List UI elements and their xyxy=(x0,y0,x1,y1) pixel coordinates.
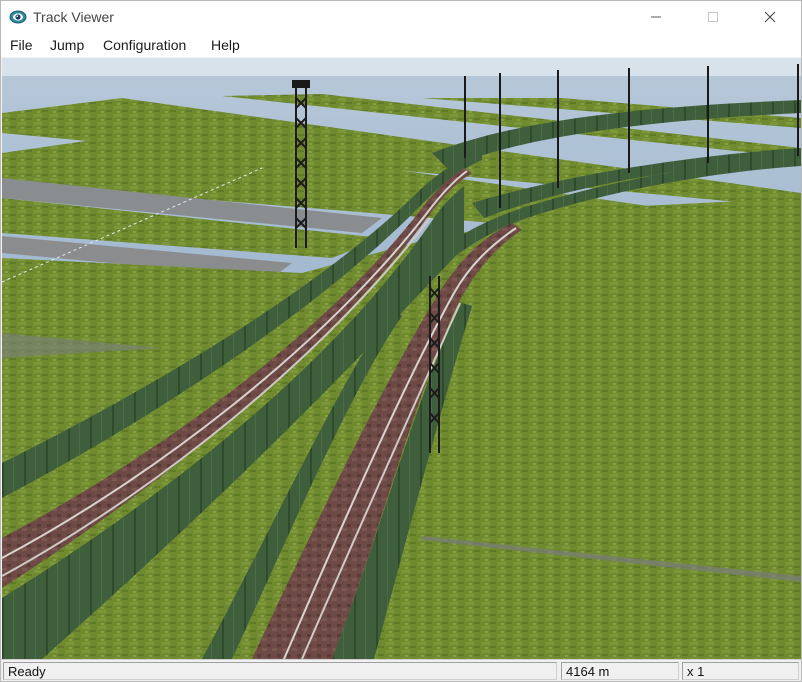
track-viewer-window: Track Viewer File Jump Configuration Hel… xyxy=(0,0,802,682)
maximize-icon xyxy=(708,12,718,22)
title-bar[interactable]: Track Viewer xyxy=(1,1,801,33)
track-scene xyxy=(2,58,801,659)
status-message: Ready xyxy=(3,662,557,680)
close-button[interactable] xyxy=(747,1,793,33)
status-distance: 4164 m xyxy=(561,662,679,680)
menu-help[interactable]: Help xyxy=(211,37,240,53)
close-icon xyxy=(764,11,776,23)
minimize-button[interactable] xyxy=(633,1,679,33)
status-bar: Ready 4164 m x 1 xyxy=(1,659,801,681)
window-title: Track Viewer xyxy=(33,9,114,25)
maximize-button[interactable] xyxy=(690,1,736,33)
menu-jump[interactable]: Jump xyxy=(50,37,84,53)
eye-icon xyxy=(9,10,27,24)
menu-file[interactable]: File xyxy=(10,37,33,53)
3d-track-viewport[interactable] xyxy=(2,58,801,659)
menu-bar: File Jump Configuration Help xyxy=(1,33,801,57)
minimize-icon xyxy=(651,16,661,18)
status-speed-multiplier: x 1 xyxy=(682,662,799,680)
menu-configuration[interactable]: Configuration xyxy=(103,37,186,53)
